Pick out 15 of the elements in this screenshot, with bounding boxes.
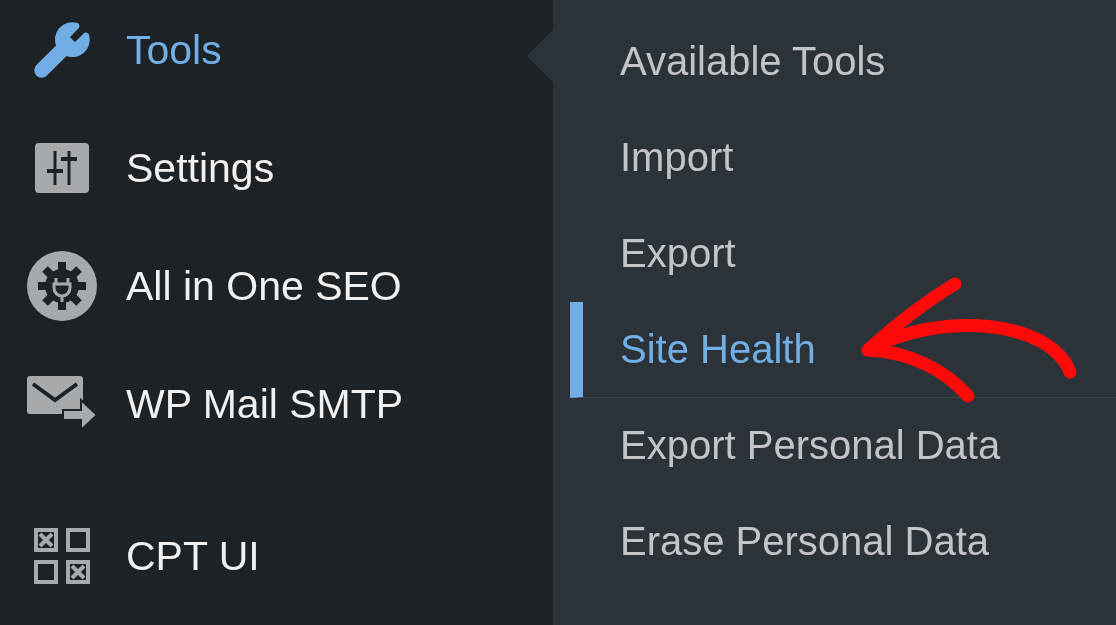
- gear-icon: [27, 251, 97, 321]
- submenu-item[interactable]: Import: [570, 110, 1116, 206]
- submenu-item[interactable]: Export: [570, 206, 1116, 302]
- submenu-item[interactable]: Export Personal Data: [570, 398, 1116, 494]
- submenu-item[interactable]: Erase Personal Data: [570, 494, 1116, 590]
- menu-item[interactable]: CPT UI: [126, 532, 260, 580]
- submenu-item[interactable]: Available Tools: [570, 14, 1116, 110]
- wrench-icon: [31, 19, 93, 81]
- menu-item[interactable]: Tools: [126, 26, 222, 74]
- menu-item[interactable]: Settings: [126, 144, 275, 192]
- menu-item[interactable]: All in One SEO: [126, 262, 402, 310]
- menu-item[interactable]: WP Mail SMTP: [126, 380, 404, 428]
- grid-icon: [34, 528, 90, 584]
- sliders-icon: [35, 143, 89, 193]
- submenu-item[interactable]: Site Health: [570, 302, 1116, 398]
